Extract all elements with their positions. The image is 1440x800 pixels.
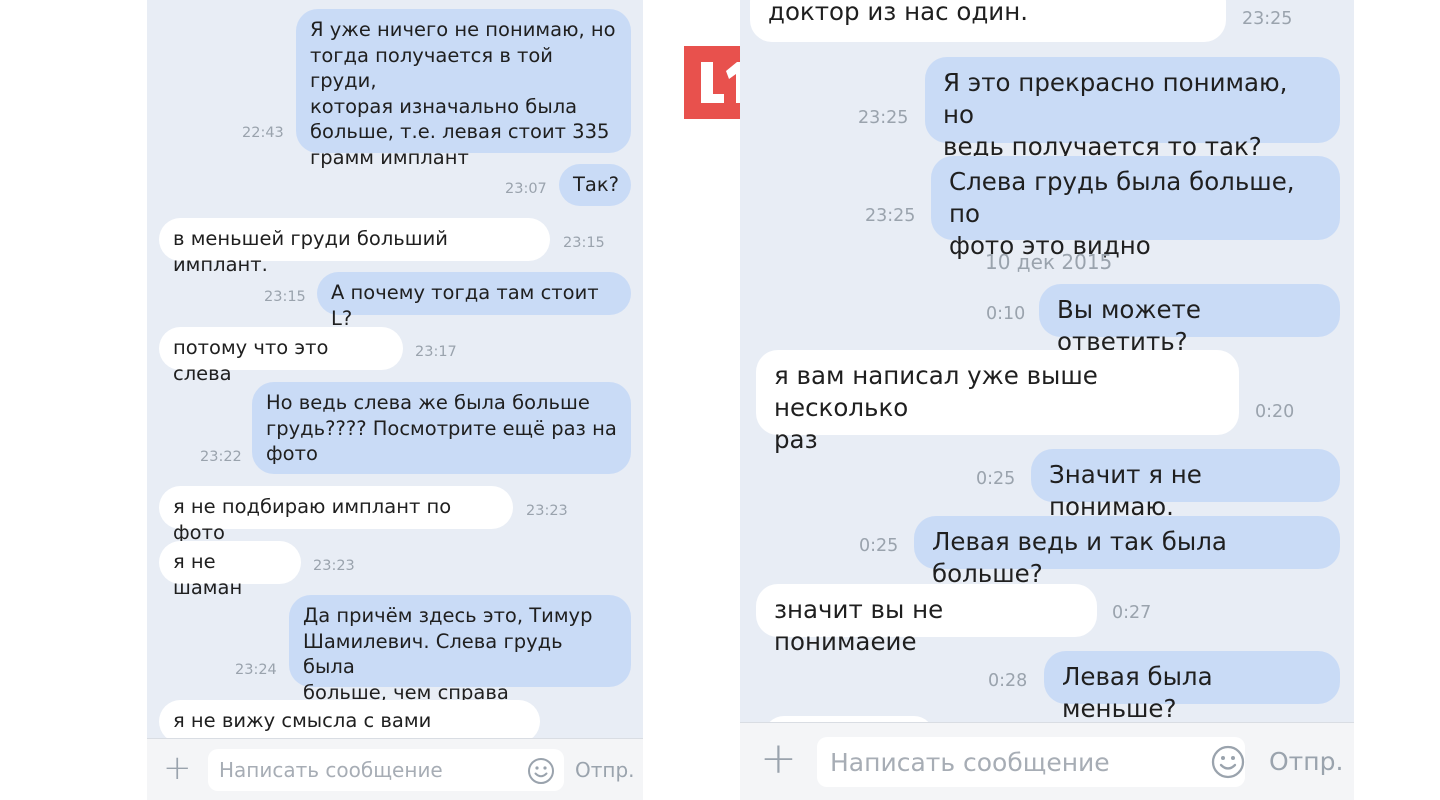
date-separator: 10 дек 2015 (985, 250, 1113, 274)
message-bubble-outgoing: Левая была меньше? (1044, 651, 1340, 723)
message-input-placeholder: Написать сообщение (830, 747, 1110, 777)
message-time: 23:24 (235, 662, 277, 678)
message-bubble-incoming: в меньшей груди больший имплант. (159, 218, 550, 276)
message-bubble-outgoing: А почему тогда там стоит L? (317, 272, 631, 330)
message-time: 0:27 (1112, 603, 1152, 623)
message-time: 23:25 (1242, 9, 1293, 29)
right-chat-panel: доктор из нас один. 23:25 Я это прекрасн… (740, 0, 1354, 800)
message-bubble-outgoing: Да причём здесь это, Тимур Шамилевич. Сл… (289, 595, 631, 704)
message-bubble-incoming: значит вы не понимаеие (756, 584, 1097, 656)
message-time: 23:17 (415, 344, 457, 360)
message-bubble-incoming: я не шаман (159, 541, 301, 599)
message-time: 23:15 (563, 235, 605, 251)
message-bubble-outgoing: Значит я не понимаю. (1031, 449, 1340, 521)
send-button[interactable]: Отпр. (575, 758, 635, 782)
message-time: 0:10 (986, 304, 1026, 324)
message-composer: + Написать сообщение Отпр. (147, 738, 643, 800)
send-button[interactable]: Отпр. (1269, 747, 1343, 776)
message-time: 23:25 (865, 206, 916, 226)
message-time: 23:22 (200, 449, 242, 465)
message-time: 23:23 (526, 503, 568, 519)
message-composer: + Написать сообщение Отпр. (740, 722, 1354, 800)
message-time: 23:25 (858, 108, 909, 128)
left-chat-panel: Я уже ничего не понимаю, но тогда получа… (147, 0, 643, 800)
message-time: 22:43 (242, 125, 284, 141)
message-bubble-incoming: доктор из нас один. (750, 0, 1226, 42)
message-time: 0:28 (988, 671, 1028, 691)
message-time: 23:23 (313, 558, 355, 574)
message-time: 23:07 (505, 181, 547, 197)
message-bubble-outgoing: Вы можете ответить? (1039, 284, 1340, 356)
message-time: 0:25 (859, 536, 899, 556)
message-time: 23:15 (264, 289, 306, 305)
message-time: 0:25 (976, 469, 1016, 489)
message-bubble-incoming: я не вижу смысла с вами спорить. (159, 700, 540, 758)
message-bubble-outgoing: Я это прекрасно понимаю, но ведь получае… (925, 57, 1340, 161)
message-input[interactable]: Написать сообщение (208, 749, 564, 791)
message-bubble-outgoing: Так? (559, 164, 631, 206)
message-bubble-incoming: я вам написал уже выше несколько раз (756, 350, 1239, 454)
message-bubble-outgoing: Но ведь слева же была больше грудь???? П… (252, 382, 631, 474)
smiley-icon[interactable] (527, 757, 555, 785)
plus-icon[interactable]: + (163, 751, 192, 785)
message-bubble-incoming: я не подбираю имплант по фото (159, 486, 513, 544)
message-input-placeholder: Написать сообщение (219, 758, 443, 782)
message-input[interactable]: Написать сообщение (817, 737, 1245, 787)
message-bubble-outgoing: Слева грудь была больше, по фото это вид… (931, 156, 1340, 260)
message-bubble-outgoing: Я уже ничего не понимаю, но тогда получа… (296, 9, 631, 169)
message-bubble-outgoing: Левая ведь и так была больше? (914, 516, 1340, 588)
smiley-icon[interactable] (1211, 745, 1245, 779)
plus-icon[interactable]: + (760, 737, 797, 781)
message-time: 0:20 (1255, 402, 1295, 422)
message-bubble-incoming: потому что это слева (159, 327, 403, 385)
